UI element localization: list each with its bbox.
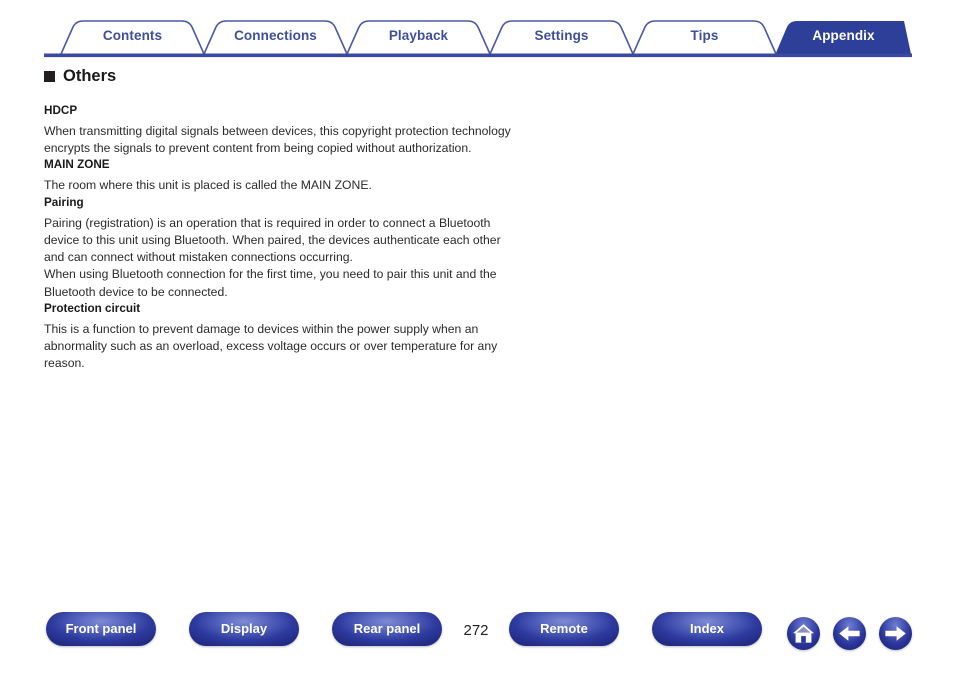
term-label: Pairing — [44, 195, 84, 209]
glossary-entry: MAIN ZONE The room where this unit is pl… — [44, 157, 514, 194]
footer-navigation: Front panel Display Rear panel 272 Remot… — [0, 612, 954, 662]
arrow-left-icon — [839, 626, 860, 641]
tab-playback[interactable]: Playback — [347, 18, 490, 54]
display-button[interactable]: Display — [189, 612, 299, 646]
square-bullet-icon — [44, 70, 55, 82]
tab-contents[interactable]: Contents — [61, 18, 204, 54]
definition-text: Pairing (registration) is an operation t… — [44, 215, 501, 299]
front-panel-button[interactable]: Front panel — [46, 612, 156, 646]
definition-text: When transmitting digital signals betwee… — [44, 123, 511, 155]
tab-settings[interactable]: Settings — [490, 18, 633, 54]
remote-button[interactable]: Remote — [509, 612, 619, 646]
page-number: 272 — [463, 622, 489, 639]
tab-tips[interactable]: Tips — [633, 18, 776, 54]
tab-connections[interactable]: Connections — [204, 18, 347, 54]
term-label: MAIN ZONE — [44, 158, 110, 172]
previous-page-button[interactable] — [833, 617, 866, 650]
arrow-right-icon — [885, 626, 906, 641]
glossary-entry: HDCP When transmitting digital signals b… — [44, 103, 514, 158]
glossary-entry: Protection circuit This is a function to… — [44, 301, 514, 373]
glossary-entry: Pairing Pairing (registration) is an ope… — [44, 195, 514, 301]
page-title-text: Others — [63, 67, 117, 85]
term-label: HDCP — [44, 103, 78, 117]
rear-panel-button[interactable]: Rear panel — [332, 612, 442, 646]
home-button[interactable] — [787, 617, 820, 650]
term-label: Protection circuit — [44, 301, 141, 315]
next-page-button[interactable] — [879, 617, 912, 650]
definition-text: The room where this unit is placed is ca… — [44, 178, 372, 193]
page-title: Others — [44, 68, 514, 85]
tab-appendix[interactable]: Appendix — [776, 18, 911, 54]
tab-bar: Contents Connections Playback Settings T… — [22, 18, 912, 58]
content-area: Others HDCP When transmitting digital si… — [44, 68, 514, 373]
tab-bar-baseline — [44, 53, 912, 58]
index-button[interactable]: Index — [652, 612, 762, 646]
definition-text: This is a function to prevent damage to … — [44, 321, 498, 371]
home-icon — [793, 624, 814, 643]
